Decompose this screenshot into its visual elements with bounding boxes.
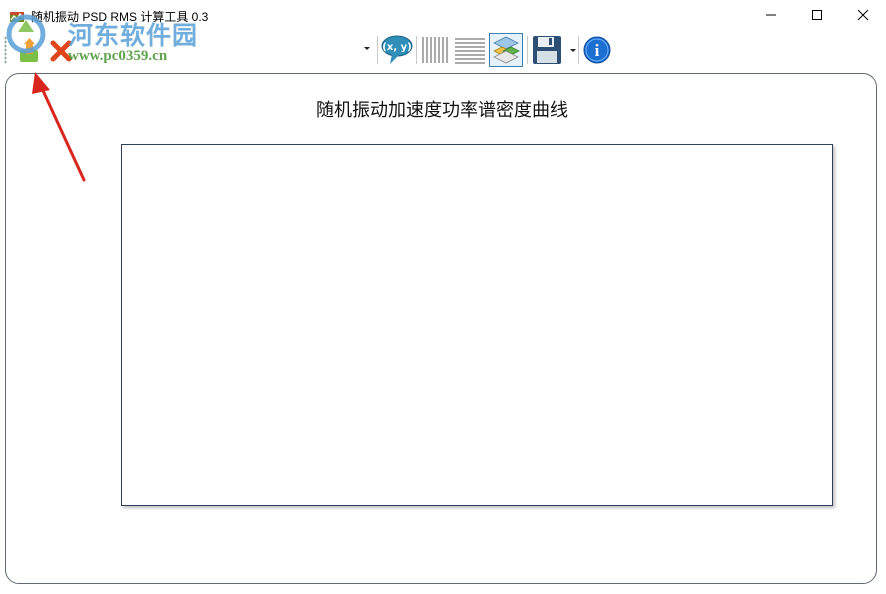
maximize-button[interactable] bbox=[794, 0, 840, 30]
chevron-down-icon[interactable] bbox=[570, 49, 576, 52]
watermark-url: www.pc0359.cn bbox=[68, 48, 168, 64]
layers-button[interactable] bbox=[489, 33, 523, 67]
toolbar-separator bbox=[527, 36, 528, 64]
coordinate-speech-icon: (x, y) bbox=[381, 35, 413, 64]
vertical-lines-icon bbox=[422, 37, 448, 63]
floppy-disk-icon bbox=[533, 36, 561, 64]
plot-area[interactable] bbox=[121, 144, 833, 506]
chart-panel: 随机振动加速度功率谱密度曲线 bbox=[5, 73, 877, 584]
horizontal-grid-button[interactable] bbox=[453, 33, 487, 67]
watermark-site-name: 河东软件园 bbox=[68, 21, 199, 50]
toolbar-separator bbox=[377, 36, 378, 64]
chevron-down-icon[interactable] bbox=[364, 47, 370, 50]
info-icon: i bbox=[583, 36, 611, 64]
close-button[interactable] bbox=[840, 0, 886, 30]
minimize-button[interactable] bbox=[748, 0, 794, 30]
close-icon bbox=[857, 9, 869, 21]
info-label: i bbox=[595, 41, 600, 60]
minimize-icon bbox=[766, 14, 776, 16]
coordinate-label: (x, y) bbox=[382, 42, 411, 53]
horizontal-lines-icon bbox=[455, 38, 485, 64]
maximize-icon bbox=[812, 10, 822, 20]
coordinate-button[interactable]: (x, y) bbox=[380, 33, 414, 67]
chart-title: 随机振动加速度功率谱密度曲线 bbox=[316, 100, 568, 121]
save-button[interactable] bbox=[530, 33, 564, 67]
vertical-grid-button[interactable] bbox=[417, 33, 451, 67]
stacked-layers-icon bbox=[493, 36, 520, 64]
about-button[interactable]: i bbox=[580, 33, 614, 67]
toolbar-separator bbox=[578, 36, 579, 64]
watermark-logo bbox=[6, 14, 46, 54]
annotation-arrow-icon bbox=[32, 72, 86, 182]
